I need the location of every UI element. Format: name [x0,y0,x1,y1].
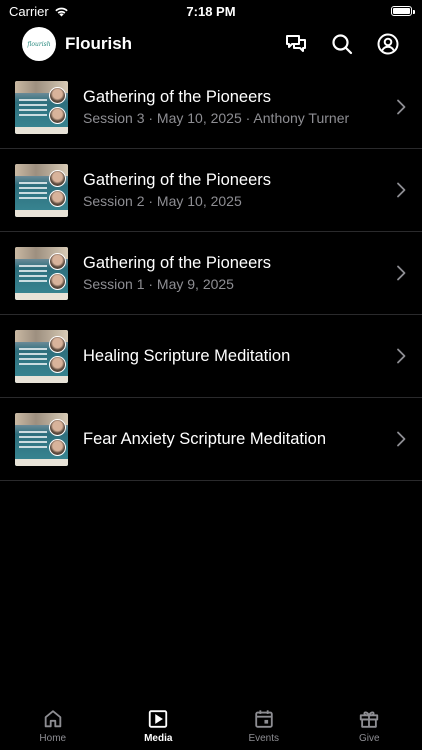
chevron-right-icon [397,265,406,281]
play-icon [149,710,168,728]
media-subtitle: Session 1 · May 9, 2025 [83,276,234,292]
media-title: Fear Anxiety Scripture Meditation [83,430,327,448]
chat-icon [286,35,306,52]
media-thumbnail [15,163,68,217]
tab-events[interactable]: Events [211,700,317,750]
media-thumbnail [15,80,68,134]
tab-give[interactable]: Give [317,700,422,750]
logo-text: flourish [27,40,51,48]
search-icon [332,34,353,55]
app-logo[interactable]: flourish [22,27,56,61]
media-subtitle: Session 2 · May 10, 2025 [83,193,242,209]
media-item[interactable]: Fear Anxiety Scripture Meditation [0,398,422,481]
chevron-right-icon [397,431,406,447]
status-bar: Carrier 7:18 PM [0,0,422,22]
home-icon [44,710,61,728]
profile-button[interactable] [376,32,400,56]
media-item[interactable]: Gathering of the Pioneers Session 3 · Ma… [0,66,422,149]
header-actions [284,32,400,56]
status-left: Carrier [9,4,69,19]
media-list: Gathering of the Pioneers Session 3 · Ma… [0,66,422,481]
tab-label: Home [39,733,67,744]
media-title: Gathering of the Pioneers [83,171,272,189]
calendar-icon [255,710,273,728]
gift-icon [360,711,379,728]
media-subtitle: Session 3 · May 10, 2025 · Anthony Turne… [83,110,350,126]
carrier-label: Carrier [9,3,49,19]
chevron-right-icon [397,182,406,198]
tab-label: Events [248,733,280,744]
search-button[interactable] [330,32,354,56]
user-circle-icon [377,33,399,55]
media-thumbnail [15,246,68,300]
app-header: flourish Flourish [0,24,422,64]
media-title: Gathering of the Pioneers [83,88,272,106]
battery-icon [391,6,415,16]
media-thumbnail [15,412,68,466]
media-item[interactable]: Healing Scripture Meditation [0,315,422,398]
chevron-right-icon [397,99,406,115]
chat-button[interactable] [284,32,308,56]
tab-label: Give [358,733,380,744]
media-item[interactable]: Gathering of the Pioneers Session 2 · Ma… [0,149,422,232]
tab-label: Media [144,733,173,744]
media-thumbnail [15,329,68,383]
tab-bar: Home Media Events Give [0,700,422,750]
chevron-right-icon [397,348,406,364]
tab-home[interactable]: Home [0,700,106,750]
wifi-icon [55,7,68,16]
media-title: Healing Scripture Meditation [83,347,291,365]
media-title: Gathering of the Pioneers [83,254,272,272]
tab-media[interactable]: Media [106,700,212,750]
media-item[interactable]: Gathering of the Pioneers Session 1 · Ma… [0,232,422,315]
app-title: Flourish [65,34,133,53]
